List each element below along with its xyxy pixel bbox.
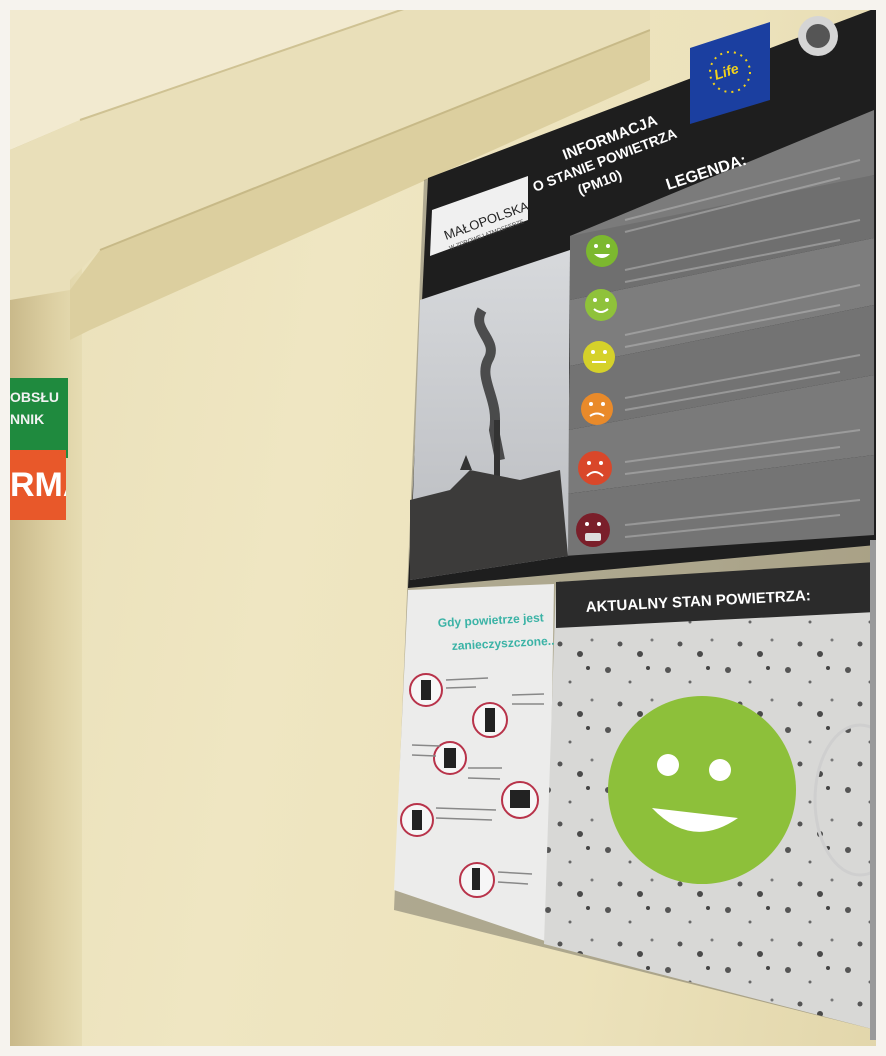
legend-face-bad-icon <box>578 451 612 485</box>
chimney-smoke-photo <box>410 250 570 580</box>
legend-face-good-icon <box>585 289 617 321</box>
crest-icon <box>798 16 838 56</box>
tips-panel: Gdy powietrze jest zanieczyszczone... <box>394 584 558 942</box>
poster-frame-edge <box>870 540 882 1040</box>
legend-face-very-bad-icon <box>576 513 610 547</box>
air-quality-poster: INFORMACJA O STANIE POWIETRZA (PM10) LEG… <box>394 8 886 1040</box>
legend-face-moderate-icon <box>583 341 615 373</box>
legend-face-very-good-icon <box>586 235 618 267</box>
current-air-quality-face-icon <box>608 696 796 884</box>
legend-face-sufficient-icon <box>581 393 613 425</box>
